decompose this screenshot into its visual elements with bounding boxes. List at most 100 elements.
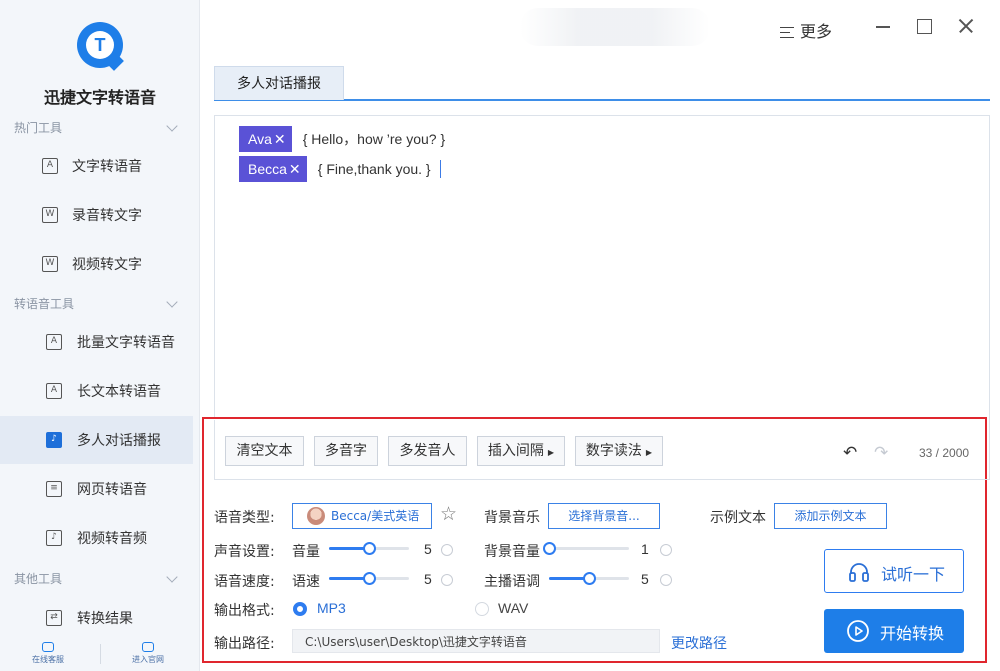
- speaker-name: Becca: [248, 161, 287, 177]
- preview-label: 试听一下: [881, 565, 946, 584]
- group-header-other-tools[interactable]: 其他工具: [14, 570, 180, 588]
- sidebar-item-conversion-results[interactable]: ⇄ 转换结果: [0, 594, 193, 642]
- star-icon[interactable]: ☆: [440, 503, 457, 525]
- chevron-down-icon: [166, 296, 178, 308]
- official-site-label: 进入官网: [132, 655, 164, 664]
- text-to-speech-icon: A: [42, 158, 58, 174]
- speaker-tag[interactable]: Ava ✕: [239, 126, 292, 152]
- multi-person-dialog-icon: ♪: [46, 432, 62, 448]
- dialog-line: Becca ✕ { Fine,thank you. }: [239, 156, 441, 182]
- reset-icon[interactable]: [660, 544, 672, 556]
- speed-slider[interactable]: [329, 571, 409, 585]
- sample-text-label: 示例文本: [710, 510, 766, 526]
- remove-speaker-icon[interactable]: ✕: [289, 161, 301, 177]
- bg-volume-slider[interactable]: [543, 541, 629, 555]
- sidebar-item-label: 长文本转语音: [77, 384, 161, 400]
- sidebar-item-label: 批量文字转语音: [77, 335, 175, 351]
- more-label: 更多: [800, 22, 833, 41]
- play-circle-icon: [847, 620, 869, 642]
- app-logo-icon: T: [77, 22, 124, 71]
- redo-icon[interactable]: ↷: [874, 443, 888, 463]
- slider-knob[interactable]: [543, 542, 556, 555]
- change-path-link[interactable]: 更改路径: [671, 633, 727, 653]
- chevron-down-icon: [166, 120, 178, 132]
- sidebar-item-video-to-text[interactable]: W 视频转文字: [0, 240, 193, 288]
- sidebar-item-label: 视频转文字: [72, 257, 142, 273]
- recording-to-text-icon: W: [42, 207, 58, 223]
- sidebar-item-label: 文字转语音: [72, 159, 142, 175]
- speech-speed-label: 语音速度:: [214, 574, 275, 590]
- reset-icon[interactable]: [441, 574, 453, 586]
- monitor-icon: [142, 642, 154, 652]
- output-format-label: 输出格式:: [214, 603, 275, 619]
- more-menu-button[interactable]: 更多: [780, 18, 832, 42]
- select-bgm-button[interactable]: 选择背景音...: [548, 503, 660, 529]
- speaker-name: Ava: [248, 131, 272, 147]
- character-counter: 33 / 2000: [919, 446, 970, 460]
- sidebar-item-multi-person-dialog[interactable]: ♪ 多人对话播报: [0, 416, 193, 464]
- batch-text-to-speech-icon: A: [46, 334, 62, 350]
- sidebar-item-batch-text-to-speech[interactable]: A 批量文字转语音: [0, 318, 193, 366]
- sidebar-item-video-to-audio[interactable]: ♪ 视频转音频: [0, 514, 193, 562]
- speaker-tag[interactable]: Becca ✕: [239, 156, 307, 182]
- group-label: 其他工具: [14, 572, 63, 586]
- remove-speaker-icon[interactable]: ✕: [274, 131, 286, 147]
- bg-volume-value: 1: [641, 541, 649, 557]
- maximize-button[interactable]: [914, 16, 934, 36]
- output-path-field[interactable]: C:\Users\user\Desktop\迅捷文字转语音: [292, 629, 660, 653]
- bgm-label: 背景音乐: [484, 510, 540, 526]
- clear-text-button[interactable]: 清空文本: [225, 436, 304, 466]
- output-path-label: 输出路径:: [214, 636, 275, 652]
- add-sample-text-button[interactable]: 添加示例文本: [774, 503, 887, 529]
- slider-knob[interactable]: [363, 572, 376, 585]
- slider-knob[interactable]: [583, 572, 596, 585]
- volume-slider[interactable]: [329, 541, 409, 555]
- avatar: [307, 507, 325, 525]
- multi-speaker-button[interactable]: 多发音人: [388, 436, 467, 466]
- voice-select-button[interactable]: Becca/美式英语: [292, 503, 432, 529]
- pitch-value: 5: [641, 571, 649, 587]
- webpage-to-speech-icon: ≡: [46, 481, 62, 497]
- format-mp3-radio[interactable]: [293, 602, 307, 616]
- menu-icon: [780, 27, 794, 38]
- sidebar-item-label: 视频转音频: [77, 531, 147, 547]
- bg-volume-label: 背景音量: [484, 544, 540, 560]
- preview-button[interactable]: 试听一下: [824, 549, 964, 593]
- tab-multi-person-dialog[interactable]: 多人对话播报: [214, 66, 344, 100]
- volume-label: 音量: [292, 544, 320, 560]
- insert-pause-button[interactable]: 插入间隔 ▶: [477, 436, 565, 466]
- online-service-link[interactable]: 在线客服: [18, 640, 78, 665]
- headphones-icon: [849, 563, 869, 582]
- long-text-to-speech-icon: A: [46, 383, 62, 399]
- sidebar-item-text-to-speech[interactable]: A 文字转语音: [0, 142, 193, 190]
- sidebar-item-recording-to-text[interactable]: W 录音转文字: [0, 191, 193, 239]
- pitch-slider[interactable]: [549, 571, 629, 585]
- undo-icon[interactable]: ↶: [843, 443, 857, 463]
- reset-icon[interactable]: [441, 544, 453, 556]
- blurred-title-area: [520, 8, 710, 46]
- reset-icon[interactable]: [660, 574, 672, 586]
- sidebar-item-label: 录音转文字: [72, 208, 142, 224]
- start-label: 开始转换: [880, 624, 945, 643]
- sidebar-item-webpage-to-speech[interactable]: ≡ 网页转语音: [0, 465, 193, 513]
- official-site-link[interactable]: 进入官网: [118, 640, 178, 665]
- dialog-text-editor[interactable]: Ava ✕ { Hello，how ’re you? } Becca ✕ { Fin…: [214, 115, 990, 420]
- polyphone-button[interactable]: 多音字: [314, 436, 378, 466]
- group-header-speech-tools[interactable]: 转语音工具: [14, 295, 180, 313]
- group-header-hot-tools[interactable]: 热门工具: [14, 119, 180, 137]
- group-label: 转语音工具: [14, 297, 75, 311]
- start-conversion-button[interactable]: 开始转换: [824, 609, 964, 653]
- sound-settings-label: 声音设置:: [214, 544, 275, 560]
- slider-knob[interactable]: [363, 542, 376, 555]
- minimize-button[interactable]: [873, 16, 893, 36]
- format-wav-radio[interactable]: [475, 602, 489, 616]
- pitch-label: 主播语调: [484, 574, 540, 590]
- online-service-label: 在线客服: [32, 655, 64, 664]
- sidebar-item-long-text-to-speech[interactable]: A 长文本转语音: [0, 367, 193, 415]
- close-button[interactable]: [956, 16, 976, 36]
- sidebar-item-label: 多人对话播报: [77, 433, 161, 449]
- sidebar: T 迅捷文字转语音 热门工具 A 文字转语音 W 录音转文字 W 视频转文字 转…: [0, 0, 200, 671]
- number-reading-button[interactable]: 数字读法 ▶: [575, 436, 663, 466]
- sidebar-bottom-links: 在线客服 进入官网: [0, 640, 200, 671]
- play-triangle-icon: ▶: [547, 448, 555, 457]
